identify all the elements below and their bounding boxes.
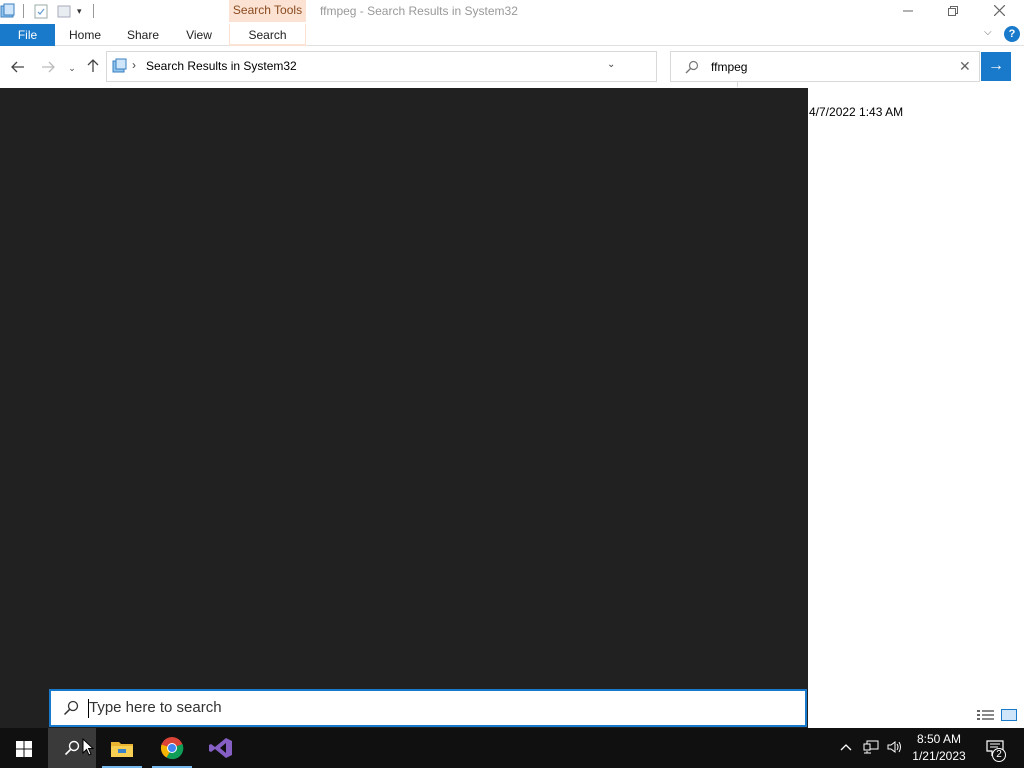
search-tools-context-label: Search Tools <box>229 0 306 22</box>
close-button[interactable] <box>976 0 1022 22</box>
search-go-button[interactable]: → <box>981 52 1011 81</box>
clock-date: 1/21/2023 <box>912 749 966 763</box>
minimize-button[interactable] <box>885 0 931 22</box>
tab-share[interactable]: Share <box>118 24 168 46</box>
forward-button[interactable] <box>39 59 57 77</box>
window-title: ffmpeg - Search Results in System32 <box>320 4 518 18</box>
details-view-icon[interactable] <box>977 709 995 721</box>
visual-studio-icon <box>209 738 232 758</box>
start-button[interactable] <box>0 728 48 768</box>
windows-logo-icon <box>16 741 32 757</box>
arrow-right-icon: → <box>988 57 1004 74</box>
clear-search-icon[interactable]: ✕ <box>959 58 971 75</box>
clock-time: 8:50 AM <box>916 732 962 746</box>
tab-home[interactable]: Home <box>60 24 110 46</box>
arrow-left-icon <box>11 61 24 73</box>
show-hidden-icons-icon[interactable] <box>840 740 852 754</box>
network-icon[interactable] <box>863 740 879 757</box>
expand-ribbon-chevron-icon[interactable]: ⌵ <box>984 27 992 38</box>
restore-button[interactable] <box>930 0 976 22</box>
taskbar-visual-studio[interactable] <box>197 728 245 768</box>
qat-separator <box>93 4 94 18</box>
recent-locations-button[interactable]: ⌄ <box>63 59 81 77</box>
address-bar[interactable]: › Search Results in System32 ⌄ ↻ <box>106 51 757 87</box>
taskbar: 8:50 AM 1/21/2023 2 <box>0 728 1024 768</box>
tab-file[interactable]: File <box>0 24 55 46</box>
arrow-right-icon <box>42 61 55 73</box>
title-bar: ▾ Search Tools ffmpeg - Search Results i… <box>0 0 1024 22</box>
search-icon <box>64 740 80 756</box>
back-button[interactable] <box>9 59 27 77</box>
properties-icon[interactable] <box>33 3 49 19</box>
taskbar-file-explorer[interactable] <box>98 728 146 768</box>
restore-icon <box>948 6 958 16</box>
new-folder-icon[interactable] <box>56 3 72 19</box>
taskbar-search-placeholder[interactable]: Type here to search <box>89 699 222 716</box>
ribbon-tabs: File Home Share View Search ⌵ ? <box>0 22 1024 46</box>
qat-customize-icon[interactable]: ▾ <box>77 6 82 22</box>
search-field[interactable]: ffmpeg ✕ <box>670 51 980 82</box>
taskbar-search-button[interactable] <box>48 728 96 768</box>
qat-separator <box>23 4 24 18</box>
breadcrumb[interactable]: Search Results in System32 <box>146 59 297 73</box>
tab-search[interactable]: Search <box>229 24 306 46</box>
chevron-down-icon: ⌄ <box>68 63 76 73</box>
file-explorer-icon <box>111 742 133 757</box>
up-button[interactable] <box>84 59 102 77</box>
notification-count-badge: 2 <box>992 748 1006 762</box>
navigation-bar: ⌄ › Search Results in System32 ⌄ ↻ ffmpe… <box>0 47 1024 88</box>
help-button[interactable]: ? <box>1004 26 1020 42</box>
action-center-button[interactable]: 2 <box>978 728 1024 768</box>
clock[interactable]: 8:50 AM 1/21/2023 <box>904 731 974 765</box>
search-input[interactable]: ffmpeg <box>711 60 747 74</box>
breadcrumb-chevron-icon: › <box>132 58 136 72</box>
tab-view[interactable]: View <box>175 24 223 46</box>
mouse-cursor-icon <box>82 738 94 756</box>
address-dropdown-icon[interactable]: ⌄ <box>607 59 615 70</box>
start-menu-overlay <box>0 88 808 728</box>
minimize-icon <box>903 10 913 12</box>
taskbar-search-box[interactable]: Type here to search <box>49 689 807 727</box>
large-icons-view-icon[interactable] <box>1001 709 1017 721</box>
date-modified-cell: 4/7/2022 1:43 AM <box>809 105 904 119</box>
search-icon <box>685 60 699 74</box>
search-results-icon <box>112 58 127 73</box>
close-icon <box>993 4 1005 17</box>
folder-app-icon <box>0 3 15 18</box>
taskbar-chrome[interactable] <box>148 728 196 768</box>
volume-icon[interactable] <box>887 740 903 757</box>
arrow-up-icon <box>87 59 99 72</box>
search-icon <box>63 700 79 716</box>
file-list-pane: 4/7/2022 1:43 AM <box>0 88 1024 728</box>
chrome-icon <box>160 737 184 760</box>
